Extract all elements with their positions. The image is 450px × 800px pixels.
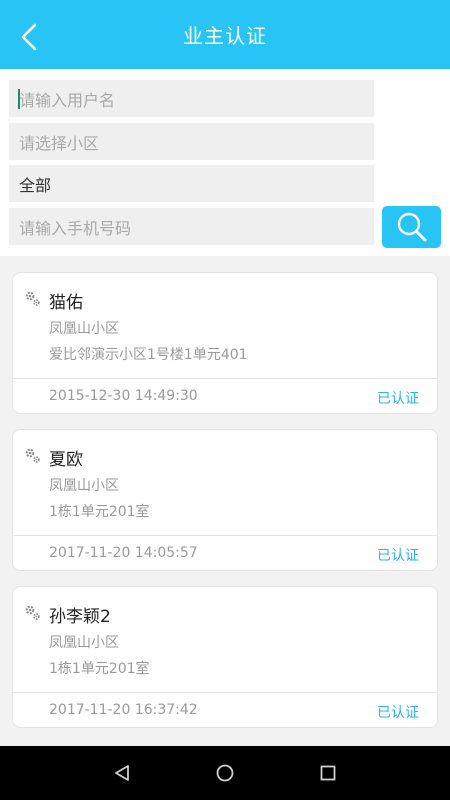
record-card[interactable]: 猫佑 凤凰山小区 爱比邻演示小区1号楼1单元401 2015-12-30 14:… — [12, 272, 438, 414]
nav-back-button[interactable] — [102, 753, 142, 793]
phone-placeholder: 请输入手机号码 — [19, 218, 132, 238]
timestamp: 2017-11-20 16:37:42 — [49, 702, 198, 718]
address: 1栋1单元201室 — [49, 504, 150, 520]
community-name: 凤凰山小区 — [49, 478, 119, 494]
community-select[interactable]: 请选择小区 — [9, 123, 374, 160]
status-badge[interactable]: 已认证 — [377, 545, 419, 565]
community-placeholder: 请选择小区 — [19, 133, 100, 153]
record-card[interactable]: 夏欧 凤凰山小区 1栋1单元201室 2017-11-20 14:05:57 已… — [12, 429, 438, 571]
nav-home-icon — [216, 764, 234, 782]
username-placeholder: 请输入用户名 — [19, 90, 116, 110]
system-nav-bar — [0, 746, 450, 800]
owner-name: 孙李颖2 — [49, 607, 111, 627]
address: 爱比邻演示小区1号楼1单元401 — [49, 347, 248, 363]
phone-input[interactable]: 请输入手机号码 — [9, 208, 374, 245]
search-icon — [397, 212, 426, 242]
nav-back-icon — [114, 765, 129, 781]
status-badge[interactable]: 已认证 — [377, 702, 419, 722]
address: 1栋1单元201室 — [49, 661, 150, 677]
nav-recent-button[interactable] — [308, 753, 348, 793]
record-card[interactable]: 孙李颖2 凤凰山小区 1栋1单元201室 2017-11-20 16:37:42… — [12, 586, 438, 728]
nav-home-button[interactable] — [205, 753, 245, 793]
timestamp: 2015-12-30 14:49:30 — [49, 388, 198, 404]
app-header: 业主认证 — [0, 0, 450, 69]
timestamp: 2017-11-20 14:05:57 — [49, 545, 198, 561]
gear-icon — [25, 291, 40, 306]
owner-name: 夏欧 — [49, 450, 83, 470]
page-title: 业主认证 — [183, 24, 267, 48]
filter-panel: 请输入用户名 请选择小区 全部 请输入手机号码 — [0, 69, 450, 256]
text-cursor — [18, 89, 20, 109]
gear-icon — [25, 605, 40, 620]
status-badge[interactable]: 已认证 — [377, 388, 419, 408]
back-arrow-icon — [21, 23, 37, 51]
username-input[interactable]: 请输入用户名 — [9, 80, 374, 117]
search-button[interactable] — [382, 206, 441, 248]
category-select[interactable]: 全部 — [9, 165, 374, 202]
gear-icon — [25, 448, 40, 463]
owner-name: 猫佑 — [49, 293, 83, 313]
community-name: 凤凰山小区 — [49, 635, 119, 651]
category-value: 全部 — [19, 175, 52, 195]
community-name: 凤凰山小区 — [49, 321, 119, 337]
nav-recent-icon — [320, 765, 336, 781]
back-button[interactable] — [14, 22, 44, 52]
